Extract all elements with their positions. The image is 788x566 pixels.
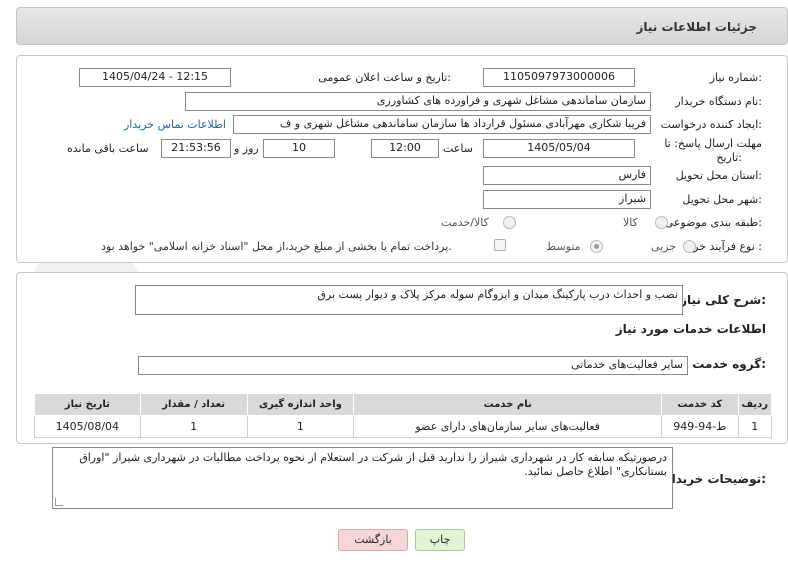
cell-unit: 1 <box>246 415 355 438</box>
cell-date: 1405/08/04 <box>34 415 141 438</box>
province-field: فارس <box>483 166 651 185</box>
services-section-title: اطلاعات خدمات مورد نیاز <box>615 322 766 336</box>
category-goods-services-label: کالا/خدمت <box>441 216 489 229</box>
summary-label: شرح کلی نیاز: <box>680 293 766 307</box>
days-field: 10 <box>263 139 335 158</box>
category-goods-label: کالا <box>623 216 638 229</box>
table-row: 1 ط-94-949 فعالیت‌های سایر سازمان‌های دا… <box>34 415 772 438</box>
need-number-label: شماره نیاز: <box>709 71 762 84</box>
col-code: کد خدمت <box>661 393 739 416</box>
purchase-medium-radio[interactable] <box>590 240 603 253</box>
services-table-header: ردیف کد خدمت نام خدمت واحد اندازه گیری ت… <box>34 393 772 416</box>
page-title: جزئیات اطلاعات نیاز <box>636 20 757 34</box>
col-date: تاریخ نیاز <box>34 393 141 416</box>
cell-code: ط-94-949 <box>661 415 739 438</box>
purchase-minor-radio[interactable] <box>683 240 696 253</box>
buyer-org-label: نام دستگاه خریدار: <box>675 95 762 108</box>
remaining-time-field: 21:53:56 <box>161 139 231 158</box>
remaining-time-label: ساعت باقی مانده <box>67 142 149 155</box>
cell-row: 1 <box>737 415 772 438</box>
buyer-contact-link[interactable]: اطلاعات تماس خریدار <box>124 118 226 131</box>
category-goods-services-radio[interactable] <box>503 216 516 229</box>
purchase-minor-label: جزیی <box>651 240 677 253</box>
treasury-payment-checkbox[interactable] <box>494 239 506 251</box>
deadline-time-label: ساعت <box>443 142 473 155</box>
service-group-field: سایر فعالیت‌های خدماتی <box>138 356 688 375</box>
services-table: ردیف کد خدمت نام خدمت واحد اندازه گیری ت… <box>34 393 772 438</box>
buyer-notes-text: درصورتیکه سابقه کار در شهرداری شیراز را … <box>79 451 667 478</box>
summary-field: نصب و احداث درب پارکینگ میدان و ایزوگام … <box>135 285 683 315</box>
deadline-time-field: 12:00 <box>371 139 439 158</box>
deadline-label-date: تاریخ: <box>716 151 742 164</box>
cell-name: فعالیت‌های سایر سازمان‌های دارای عضو <box>353 415 663 438</box>
province-label: استان محل تحویل: <box>675 169 762 182</box>
page-header: جزئیات اطلاعات نیاز <box>16 7 788 45</box>
print-button[interactable]: چاپ <box>415 529 465 551</box>
city-label: شهر محل تحویل: <box>682 193 762 206</box>
buyer-notes-label: توضیحات خریدار: <box>664 472 766 486</box>
announce-field: 1405/04/24 - 12:15 <box>79 68 231 87</box>
city-field: شیراز <box>483 190 651 209</box>
days-label: روز و <box>234 142 259 155</box>
col-unit: واحد اندازه گیری <box>246 393 355 416</box>
deadline-label: مهلت ارسال پاسخ: تا <box>664 137 762 150</box>
col-qty: تعداد / مقدار <box>139 393 248 416</box>
treasury-payment-note: پرداخت تمام یا بخشی از مبلغ خرید،از محل … <box>101 240 452 253</box>
service-group-label: گروه خدمت: <box>692 357 766 371</box>
category-label: طبقه بندی موضوعی: <box>664 216 762 229</box>
announce-label: تاریخ و ساعت اعلان عمومی: <box>318 71 451 84</box>
cell-qty: 1 <box>139 415 248 438</box>
back-button[interactable]: بازگشت <box>338 529 408 551</box>
need-number-field: 1105097973000006 <box>483 68 635 87</box>
purchase-medium-label: متوسط <box>546 240 581 253</box>
col-row: ردیف <box>737 393 772 416</box>
buyer-notes-field: درصورتیکه سابقه کار در شهرداری شیراز را … <box>52 447 673 509</box>
buyer-org-field: سازمان ساماندهی مشاغل شهری و فراورده های… <box>185 92 651 111</box>
col-name: نام خدمت <box>353 393 663 416</box>
creator-label: ایجاد کننده درخواست: <box>660 118 762 131</box>
resize-handle-icon[interactable] <box>55 498 63 506</box>
deadline-date-field: 1405/05/04 <box>483 139 635 158</box>
category-goods-radio[interactable] <box>655 216 668 229</box>
creator-field: فریبا شکاری مهرآبادی مسئول قرارداد ها سا… <box>233 115 651 134</box>
